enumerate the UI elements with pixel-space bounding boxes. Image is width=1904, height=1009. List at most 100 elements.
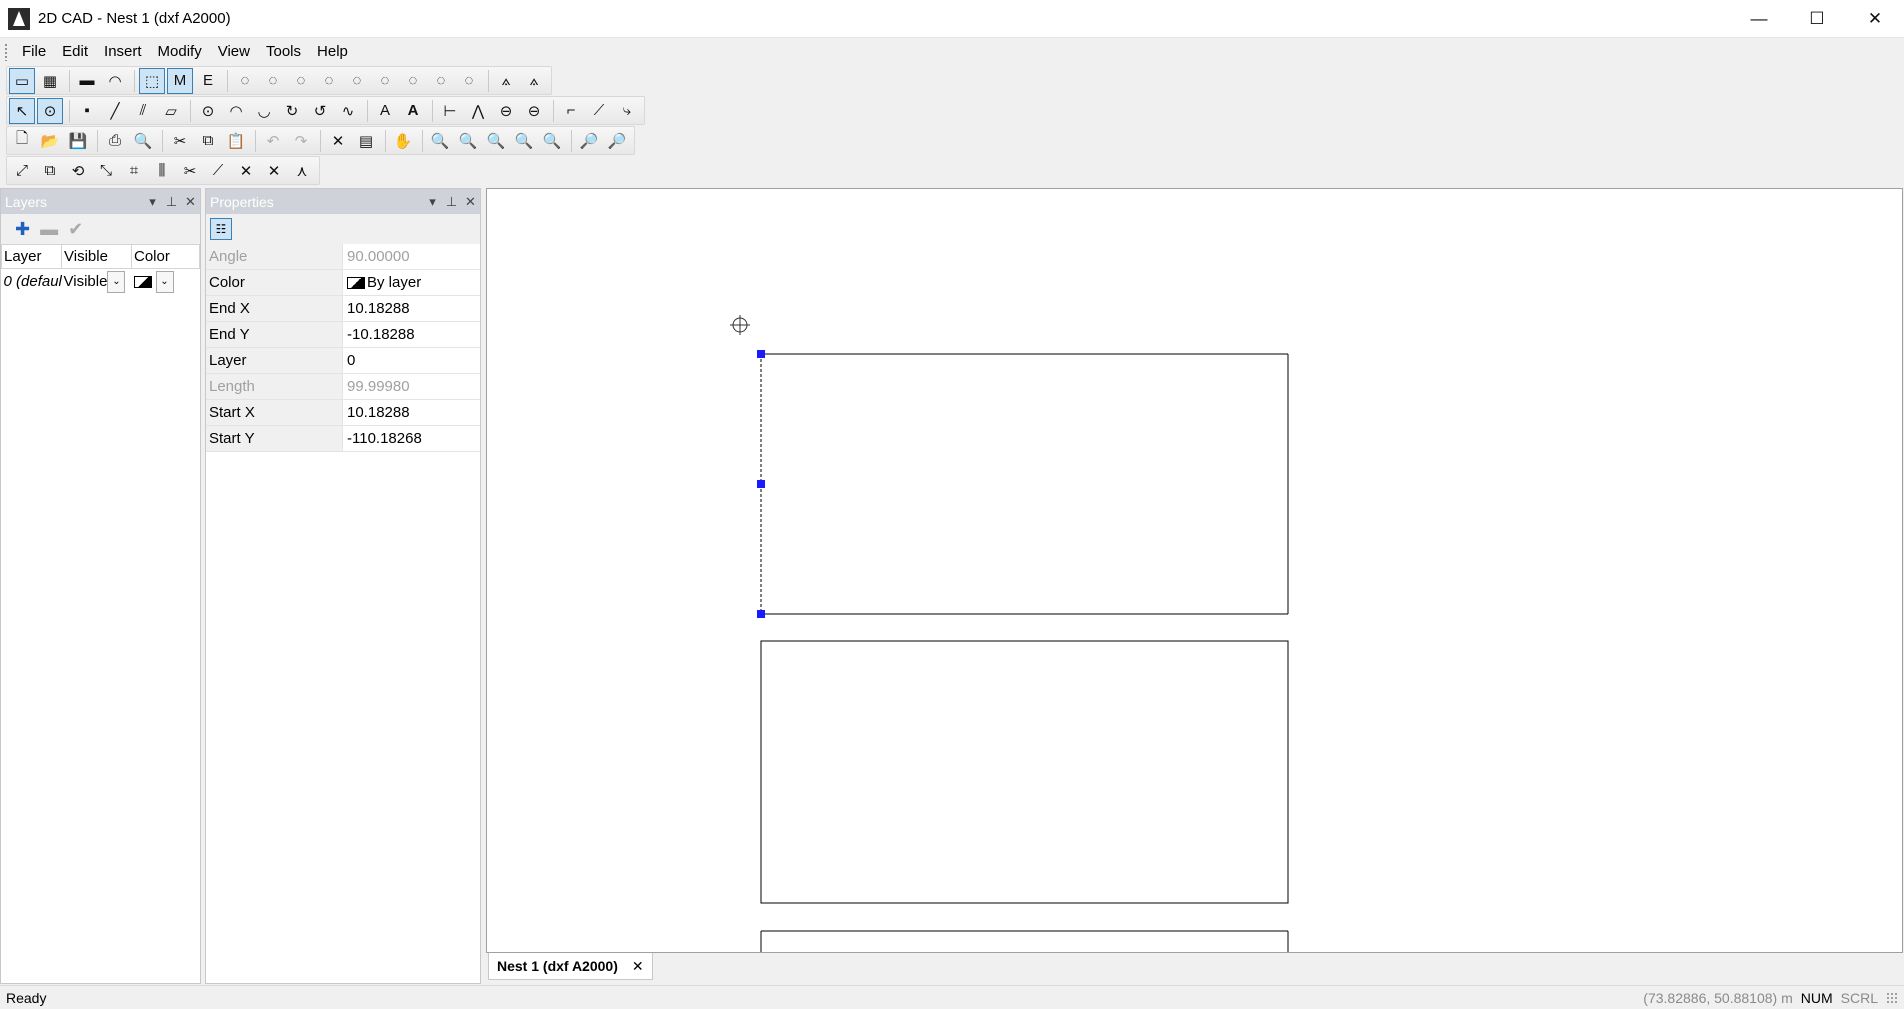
properties-icon[interactable]: ▤ (353, 128, 379, 154)
chamfer-icon[interactable]: ⟋ (586, 98, 612, 124)
fillet-icon[interactable]: ⌐ (558, 98, 584, 124)
panel-pin-icon[interactable]: ⊥ (442, 194, 461, 210)
point-icon[interactable]: ▪ (74, 98, 100, 124)
spline-icon[interactable]: ∿ (335, 98, 361, 124)
property-row-start-x[interactable]: Start X 10.18288 (206, 400, 480, 426)
model-view-icon[interactable]: ▭ (9, 67, 35, 94)
delete-icon[interactable]: ✕ (325, 128, 351, 154)
redo-icon[interactable]: ↷ (288, 128, 314, 154)
scale-05-icon[interactable]: ◌ (260, 68, 286, 94)
maximize-button[interactable]: ☐ (1788, 0, 1846, 38)
copy-icon[interactable]: ⧉ (195, 128, 221, 154)
polyline-icon[interactable]: ⫽ (130, 98, 156, 124)
property-row-layer[interactable]: Layer 0 (206, 348, 480, 374)
scale-45-icon[interactable]: ◌ (400, 68, 426, 94)
panel-close-icon[interactable]: ✕ (181, 194, 200, 210)
open-folder-icon[interactable]: 📂 (37, 128, 63, 154)
column-header-visible[interactable]: Visible (61, 244, 132, 269)
rotate-icon[interactable]: ⟲ (65, 158, 91, 184)
intersect-icon[interactable]: ✕ (233, 158, 259, 184)
property-row-color[interactable]: Color By layer (206, 270, 480, 296)
arc2-icon[interactable]: ◡ (251, 98, 277, 124)
menubar-grip[interactable] (4, 43, 8, 61)
minimize-button[interactable]: — (1730, 0, 1788, 38)
mirror-icon[interactable]: ⫼ (149, 158, 175, 184)
property-row-length[interactable]: Length 99.99980 (206, 374, 480, 400)
m-mode-button[interactable]: M (167, 67, 193, 94)
text-outline-tool[interactable]: A (372, 98, 398, 124)
panel-dropdown-icon[interactable]: ▾ (143, 194, 162, 210)
menu-tools[interactable]: Tools (258, 38, 309, 66)
panel-dropdown-icon[interactable]: ▾ (423, 194, 442, 210)
zoom-extents-icon[interactable]: 🔍 (483, 128, 509, 154)
explode-icon[interactable]: ⋏ (289, 158, 315, 184)
selection-grip-end[interactable] (757, 350, 765, 358)
e-mode-button[interactable]: E (195, 68, 221, 94)
dimension-angle2-icon[interactable]: ⟑ (521, 68, 547, 94)
zoom-in-icon[interactable]: 🔍 (511, 128, 537, 154)
leader-icon[interactable]: ⤷ (614, 98, 640, 124)
print-icon[interactable]: ⎙ (102, 128, 128, 154)
menu-modify[interactable]: Modify (150, 38, 210, 66)
column-header-color[interactable]: Color (131, 244, 200, 269)
color-combo[interactable]: ⌄ (133, 270, 174, 293)
dimension-angle-icon[interactable]: ⟑ (493, 68, 519, 94)
remove-layer-icon[interactable]: ▬ (40, 219, 58, 240)
property-row-angle[interactable]: Angle 90.00000 (206, 244, 480, 270)
layer-name-cell[interactable]: 0 (defaul (2, 269, 62, 295)
arc3-icon[interactable]: ↻ (279, 98, 305, 124)
chevron-down-icon[interactable]: ⌄ (155, 270, 174, 293)
close-button[interactable]: ✕ (1846, 0, 1904, 38)
snap-select-icon[interactable]: ⬚ (139, 67, 165, 94)
stretch-icon[interactable]: ⌗ (121, 158, 147, 184)
paste-icon[interactable]: 📋 (223, 128, 249, 154)
drawing-canvas[interactable] (486, 188, 1903, 953)
menu-view[interactable]: View (210, 38, 258, 66)
table-row[interactable]: 0 (defaul Visible ⌄ ⌄ (2, 269, 200, 295)
extend-icon[interactable]: ⟋ (205, 158, 231, 184)
arc-icon[interactable]: ◠ (223, 98, 249, 124)
grid-icon[interactable]: ▦ (37, 68, 63, 94)
print-preview-icon[interactable]: 🔍 (130, 128, 156, 154)
menu-help[interactable]: Help (309, 38, 356, 66)
diameter-dimension-icon[interactable]: ⊖ (493, 98, 519, 124)
circle-icon[interactable]: ⊙ (195, 98, 221, 124)
chevron-down-icon[interactable]: ⌄ (107, 270, 126, 293)
zoom-next-icon[interactable]: 🔎 (604, 128, 630, 154)
trim-icon[interactable]: ✂ (177, 158, 203, 184)
nest-part-rectangle[interactable] (760, 640, 1289, 904)
scale-025-icon[interactable]: ◌ (232, 68, 258, 94)
rectangle-icon[interactable]: ▱ (158, 98, 184, 124)
scale-icon[interactable]: ⤡ (93, 158, 119, 184)
selection-grip-start[interactable] (757, 610, 765, 618)
set-current-layer-icon[interactable]: ✔ (68, 219, 83, 240)
pan-hand-icon[interactable]: ✋ (390, 128, 416, 154)
scale-5-icon[interactable]: ◌ (316, 68, 342, 94)
menu-edit[interactable]: Edit (54, 38, 96, 66)
move-icon[interactable]: ⤢ (9, 158, 35, 184)
select-pointer-icon[interactable]: ↖ (9, 97, 35, 124)
scale-1-icon[interactable]: ◌ (288, 68, 314, 94)
scale-180-icon[interactable]: ◌ (456, 68, 482, 94)
arc4-icon[interactable]: ↺ (307, 98, 333, 124)
column-header-layer[interactable]: Layer (1, 244, 62, 269)
snap-point-icon[interactable]: ⊙ (37, 97, 63, 124)
zoom-out-icon[interactable]: 🔍 (539, 128, 565, 154)
linear-dimension-icon[interactable]: ⊢ (437, 98, 463, 124)
protractor-icon[interactable]: ◠ (102, 68, 128, 94)
document-tab[interactable]: Nest 1 (dxf A2000) ✕ (488, 953, 653, 980)
resize-grip-icon[interactable] (1886, 991, 1898, 1004)
add-layer-icon[interactable]: ✚ (15, 219, 30, 240)
scale-30-icon[interactable]: ◌ (372, 68, 398, 94)
scale-90-icon[interactable]: ◌ (428, 68, 454, 94)
close-tab-icon[interactable]: ✕ (632, 958, 644, 975)
categorized-view-icon[interactable]: ☷ (210, 218, 232, 240)
cut-icon[interactable]: ✂ (167, 128, 193, 154)
nest-part-rectangle[interactable] (760, 930, 1289, 952)
text-tool[interactable]: A (400, 98, 426, 124)
undo-icon[interactable]: ↶ (260, 128, 286, 154)
menu-file[interactable]: File (14, 38, 54, 66)
panel-close-icon[interactable]: ✕ (461, 194, 480, 210)
break-icon[interactable]: ✕ (261, 158, 287, 184)
radius-dimension-icon[interactable]: ⊖ (521, 98, 547, 124)
